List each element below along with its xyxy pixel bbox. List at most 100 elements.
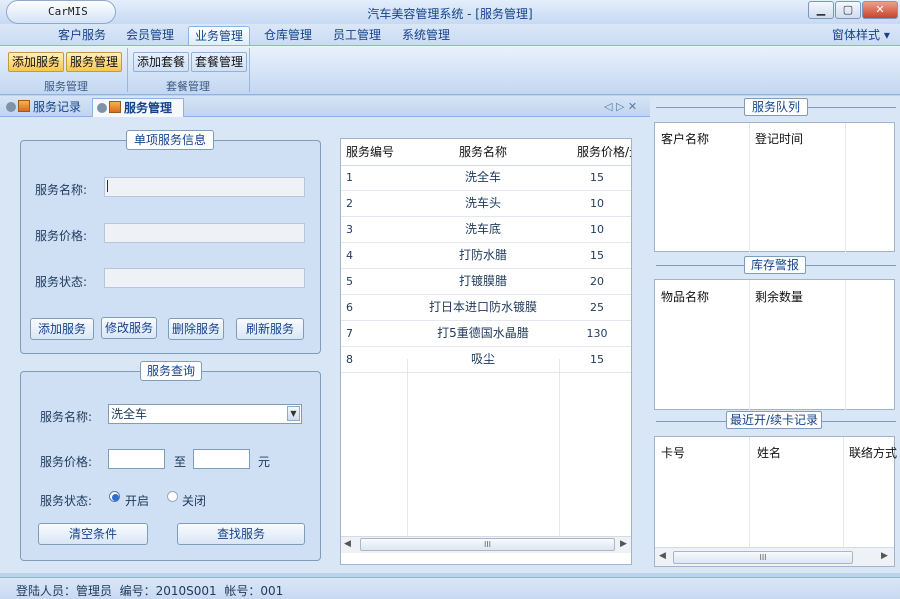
close-tab-icon[interactable] [97, 103, 107, 113]
edit-service-button[interactable]: 修改服务 [101, 317, 157, 339]
tab-service-records-label: 服务记录 [33, 100, 82, 114]
clear-conditions-button[interactable]: 清空条件 [38, 523, 148, 545]
tab-service-manage[interactable]: 服务管理 [92, 98, 184, 117]
scroll-right-icon[interactable]: ▶ [620, 539, 627, 549]
table-row[interactable]: 2 洗车头 10 [341, 191, 631, 217]
close-button[interactable]: ✕ [862, 1, 898, 19]
search-service-button[interactable]: 查找服务 [177, 523, 305, 545]
menu-tab-system[interactable]: 系统管理 [396, 26, 456, 45]
form-icon [109, 101, 121, 113]
table-row[interactable]: 4 打防水腊 15 [341, 243, 631, 269]
delete-service-button[interactable]: 删除服务 [168, 318, 224, 340]
status-off-radio[interactable] [167, 491, 178, 502]
refresh-service-button[interactable]: 刷新服务 [236, 318, 304, 340]
grid-line [559, 359, 560, 539]
ribbon-package-manage-button[interactable]: 套餐管理 [191, 52, 248, 72]
service-name-field[interactable] [104, 177, 305, 197]
price-to-field[interactable] [193, 449, 250, 469]
card-records-table[interactable]: 卡号 姓名 联络方式 ◀ III ▶ [654, 436, 897, 567]
maximize-button[interactable]: ▢ [835, 1, 861, 19]
stock-header-item[interactable]: 物品名称 [661, 288, 709, 305]
grid-line [845, 280, 846, 411]
cell-price: 15 [590, 353, 604, 366]
column-header-id[interactable]: 服务编号 [346, 139, 406, 165]
queue-header-time[interactable]: 登记时间 [755, 130, 803, 147]
status-text: 登陆人员：管理员 编号：2010S001 帐号：001 [16, 584, 284, 598]
grid-line [407, 359, 408, 539]
menu-tab-warehouse[interactable]: 仓库管理 [258, 26, 318, 45]
query-name-select[interactable]: 洗全车 [108, 404, 302, 424]
scroll-thumb[interactable]: III [673, 551, 853, 564]
cell-name: 洗全车 [464, 170, 501, 184]
tab-service-manage-label: 服务管理 [124, 101, 173, 115]
minimize-button[interactable]: ▁ [808, 1, 834, 19]
menu-tab-business[interactable]: 业务管理 [188, 26, 251, 45]
queue-header-customer[interactable]: 客户名称 [661, 130, 709, 147]
scroll-left-icon[interactable]: ◀ [659, 551, 666, 561]
add-service-button[interactable]: 添加服务 [30, 318, 94, 340]
text-cursor [107, 180, 108, 192]
stock-alert-table[interactable]: 物品名称 剩余数量 [654, 279, 895, 411]
table-row[interactable]: 6 打日本进口防水镀膜 25 [341, 295, 631, 321]
cell-name: 洗车头 [464, 196, 501, 210]
cell-id: 7 [346, 327, 353, 340]
status-on-radio[interactable] [109, 491, 120, 502]
horizontal-scrollbar[interactable]: ◀ III ▶ [655, 547, 894, 566]
status-bar: 登陆人员：管理员 编号：2010S001 帐号：001 [0, 577, 900, 599]
status-off-label: 关闭 [182, 494, 207, 508]
scroll-right-icon[interactable]: ▶ [881, 551, 888, 561]
table-row[interactable]: 7 打5重德国水晶腊 130 [341, 321, 631, 347]
menu-tab-member[interactable]: 会员管理 [120, 26, 180, 45]
cell-price: 10 [590, 223, 604, 236]
grid-line [843, 437, 844, 547]
grid-line [845, 123, 846, 253]
radio-selected-icon [112, 494, 119, 501]
ribbon-add-service-button[interactable]: 添加服务 [8, 52, 65, 72]
service-query-title: 服务查询 [140, 361, 202, 381]
price-unit-label: 元 [258, 455, 271, 469]
service-name-label: 服务名称: [35, 183, 88, 197]
ribbon-service-manage-button[interactable]: 服务管理 [66, 52, 123, 72]
cell-price: 130 [586, 327, 608, 340]
query-name-value: 洗全车 [111, 407, 148, 421]
card-header-number[interactable]: 卡号 [661, 444, 685, 461]
cell-price: 10 [590, 197, 604, 210]
table-row[interactable]: 1 洗全车 15 [341, 165, 631, 191]
cell-name: 吸尘 [470, 352, 495, 366]
menu-tab-customer-service[interactable]: 客户服务 [52, 26, 112, 45]
price-from-field[interactable] [108, 449, 165, 469]
window-style-label: 窗体样式 [832, 28, 881, 42]
grid-line [749, 123, 750, 253]
minimize-icon: ▁ [816, 3, 826, 16]
window-style-menu[interactable]: 窗体样式 ▾ [826, 26, 896, 45]
card-header-contact[interactable]: 联络方式 [849, 444, 897, 461]
stock-header-remaining[interactable]: 剩余数量 [755, 288, 803, 305]
stock-alert-title: 库存警报 [744, 256, 806, 274]
card-header-name[interactable]: 姓名 [757, 444, 781, 461]
grid-line [749, 437, 750, 547]
service-table[interactable]: 服务编号 服务名称 服务价格/元 1 洗全车 15 2 洗车头 10 3 洗车底 10 4 打防水腊… [340, 138, 632, 565]
cell-name: 打防水腊 [458, 248, 507, 262]
service-status-field[interactable] [104, 268, 305, 288]
query-name-label: 服务名称: [40, 410, 93, 424]
ribbon-separator [127, 48, 128, 92]
cell-id: 8 [346, 353, 353, 366]
close-tab-icon[interactable] [6, 102, 16, 112]
dropdown-arrow-icon[interactable]: ▼ [287, 406, 300, 421]
scroll-left-icon[interactable]: ◀ [344, 539, 351, 549]
service-price-field[interactable] [104, 223, 305, 243]
table-row[interactable]: 3 洗车底 10 [341, 217, 631, 243]
tab-navigation[interactable]: ◁ ▷ ✕ [604, 100, 637, 113]
table-row[interactable]: 8 吸尘 15 [341, 347, 631, 373]
service-queue-table[interactable]: 客户名称 登记时间 [654, 122, 895, 253]
tab-service-records[interactable]: 服务记录 [2, 98, 92, 117]
scroll-thumb[interactable]: III [360, 538, 615, 551]
column-header-price[interactable]: 服务价格/元 [577, 139, 631, 165]
cell-id: 4 [346, 249, 353, 262]
table-row[interactable]: 5 打镀膜腊 20 [341, 269, 631, 295]
ribbon-add-package-button[interactable]: 添加套餐 [133, 52, 190, 72]
column-header-name[interactable]: 服务名称 [409, 139, 557, 165]
cell-price: 20 [590, 275, 604, 288]
cell-name: 打5重德国水晶腊 [437, 326, 529, 340]
menu-tab-staff[interactable]: 员工管理 [327, 26, 387, 45]
